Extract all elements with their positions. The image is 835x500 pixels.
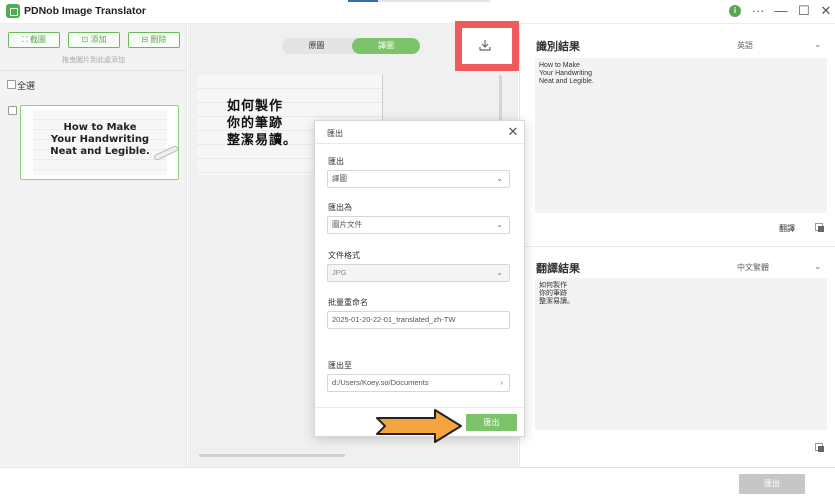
text-line: 你的筆跡 <box>539 290 567 297</box>
maximize-button[interactable]: ☐ <box>795 3 813 19</box>
export-label: 匯出 <box>328 157 344 166</box>
image-item-checkbox[interactable] <box>8 106 17 115</box>
translation-title: 翻譯結果 <box>536 263 580 275</box>
target-language-select[interactable]: 中文繁體 <box>737 262 769 273</box>
select-all-checkbox[interactable] <box>7 80 16 89</box>
app-title: PDNob Image Translator <box>24 5 146 17</box>
chevron-down-icon[interactable]: ⌄ <box>814 261 822 272</box>
export-as-value: 圖片文件 <box>332 220 362 229</box>
copy-icon[interactable] <box>815 443 824 452</box>
recognition-textarea[interactable]: How to Make Your Handwriting Neat and Le… <box>535 58 827 213</box>
tab-translated[interactable]: 譯圖 <box>352 38 420 54</box>
translation-textarea[interactable]: 如何製作 你的筆跡 整潔易讀。 <box>535 278 827 430</box>
select-all-label: 全選 <box>17 81 36 91</box>
screenshot-button[interactable]: ⛶ 截圖 <box>8 32 60 48</box>
dialog-title: 匯出 <box>327 129 343 138</box>
file-format-select[interactable]: JPG ⌄ <box>327 264 510 282</box>
chevron-down-icon: ⌄ <box>496 174 503 183</box>
bottom-bar <box>0 467 835 500</box>
text-line: Your Handwriting <box>539 70 593 77</box>
preview-text-line: 整潔易讀。 <box>227 133 298 148</box>
export-select-value: 譯圖 <box>332 174 347 183</box>
export-path-value: d:/Users/Koey.so/Documents <box>332 378 429 387</box>
divider <box>0 70 187 71</box>
export-select[interactable]: 譯圖 ⌄ <box>327 170 510 188</box>
chevron-down-icon: ⌄ <box>496 220 503 229</box>
bottom-export-button[interactable]: 匯出 <box>739 474 805 494</box>
export-as-label: 匯出為 <box>328 203 352 212</box>
dialog-export-button[interactable]: 匯出 <box>466 414 517 431</box>
thumbnail-text-line: Your Handwriting <box>50 134 150 145</box>
horizontal-scrollbar[interactable] <box>199 454 345 457</box>
more-menu-icon[interactable]: ··· <box>749 3 767 19</box>
app-logo-icon <box>6 4 20 18</box>
export-path-field[interactable]: d:/Users/Koey.so/Documents › <box>327 374 510 392</box>
image-thumbnail-card[interactable]: How to Make Your Handwriting Neat and Le… <box>20 105 180 180</box>
copy-icon[interactable] <box>815 223 824 232</box>
thumbnail-text-line: How to Make <box>63 122 137 133</box>
export-to-label: 匯出至 <box>328 361 352 370</box>
text-line: 整潔易讀。 <box>539 298 574 305</box>
translate-button[interactable]: 翻譯 <box>779 223 795 234</box>
close-icon[interactable]: ✕ <box>507 124 519 140</box>
tab-original[interactable]: 原圖 <box>282 38 351 54</box>
text-line: Neat and Legible. <box>539 78 594 85</box>
file-format-value: JPG <box>332 268 347 277</box>
top-indicator <box>348 0 378 2</box>
recognition-title: 識別結果 <box>536 41 580 53</box>
chevron-down-icon: ⌄ <box>496 268 503 277</box>
arrow-annotation-icon <box>376 409 462 443</box>
divider <box>315 143 524 144</box>
delete-button[interactable]: ⊟ 刪除 <box>128 32 180 48</box>
thumbnail-image: How to Make Your Handwriting Neat and Le… <box>33 110 180 175</box>
batch-rename-label: 批量重命名 <box>328 298 368 307</box>
close-window-button[interactable]: ✕ <box>817 3 835 19</box>
title-bar: PDNob Image Translator i ··· — ☐ ✕ <box>0 0 835 24</box>
download-icon[interactable] <box>478 38 492 52</box>
export-as-select[interactable]: 圖片文件 ⌄ <box>327 216 510 234</box>
source-language-select[interactable]: 英語 <box>737 40 753 51</box>
chevron-right-icon: › <box>500 378 503 387</box>
minimize-button[interactable]: — <box>772 3 790 19</box>
batch-rename-value: 2025-01-20-22-01_translated_zh-TW <box>332 315 456 324</box>
file-format-label: 文件格式 <box>328 251 360 260</box>
batch-rename-input[interactable]: 2025-01-20-22-01_translated_zh-TW <box>327 311 510 329</box>
text-line: 如何製作 <box>539 282 567 289</box>
top-indicator-track <box>378 0 490 2</box>
add-button[interactable]: ⊡ 添加 <box>68 32 120 48</box>
chevron-down-icon[interactable]: ⌄ <box>814 39 822 50</box>
text-line: How to Make <box>539 62 580 69</box>
info-icon[interactable]: i <box>729 5 741 17</box>
drop-hint: 拖曳圖片到此處添加 <box>62 57 125 64</box>
divider <box>519 246 835 247</box>
thumbnail-text-line: Neat and Legible. <box>50 146 150 157</box>
